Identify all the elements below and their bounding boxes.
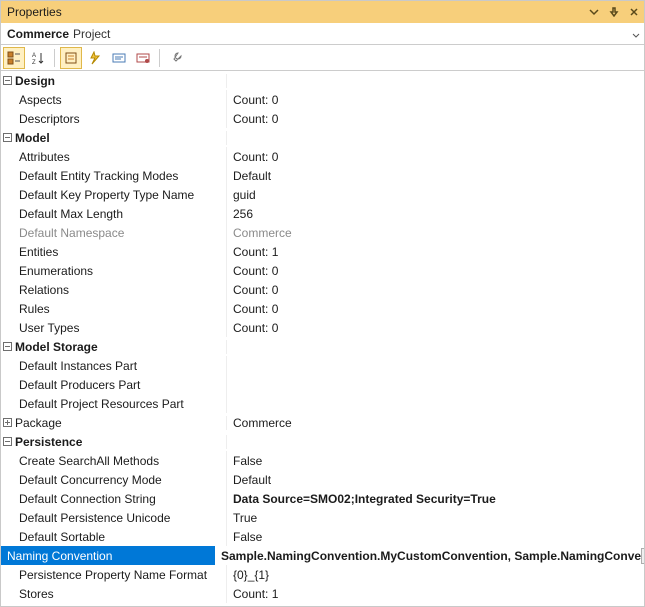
prop-aspects[interactable]: AspectsCount: 0	[1, 90, 644, 109]
overrides-button[interactable]	[132, 47, 154, 69]
wrench-button[interactable]	[165, 47, 187, 69]
category-package[interactable]: Package Commerce	[1, 413, 644, 432]
collapse-icon[interactable]	[3, 342, 12, 351]
prop-default-concurrency-mode[interactable]: Default Concurrency ModeDefault	[1, 470, 644, 489]
chevron-down-icon	[632, 29, 640, 43]
properties-tab-button[interactable]	[60, 47, 82, 69]
categorized-button[interactable]	[3, 47, 25, 69]
prop-persistence-property-name-format[interactable]: Persistence Property Name Format{0}_{1}	[1, 565, 644, 584]
collapse-icon[interactable]	[3, 437, 12, 446]
dropdown-button[interactable]	[641, 548, 644, 564]
alphabetical-button[interactable]: AZ	[27, 47, 49, 69]
selected-object-name: Commerce	[7, 27, 69, 41]
prop-naming-convention[interactable]: Naming Convention Sample.NamingConventio…	[1, 546, 644, 565]
prop-default-namespace: Default NamespaceCommerce	[1, 223, 644, 242]
messages-button[interactable]	[108, 47, 130, 69]
prop-entities[interactable]: EntitiesCount: 1	[1, 242, 644, 261]
object-selector[interactable]: Commerce Project	[1, 23, 644, 45]
properties-panel: Properties Commerce Project AZ	[0, 0, 645, 607]
prop-default-sortable[interactable]: Default SortableFalse	[1, 527, 644, 546]
window-options-button[interactable]	[584, 2, 604, 22]
collapse-icon[interactable]	[3, 133, 12, 142]
pin-button[interactable]	[604, 2, 624, 22]
prop-rules[interactable]: RulesCount: 0	[1, 299, 644, 318]
prop-default-project-resources-part[interactable]: Default Project Resources Part	[1, 394, 644, 413]
category-persistence[interactable]: Persistence	[1, 432, 644, 451]
prop-relations[interactable]: RelationsCount: 0	[1, 280, 644, 299]
category-design[interactable]: Design	[1, 71, 644, 90]
prop-default-persistence-unicode[interactable]: Default Persistence UnicodeTrue	[1, 508, 644, 527]
prop-user-types[interactable]: User TypesCount: 0	[1, 318, 644, 337]
property-grid[interactable]: Design AspectsCount: 0 DescriptorsCount:…	[1, 71, 644, 606]
prop-default-connection-string[interactable]: Default Connection StringData Source=SMO…	[1, 489, 644, 508]
prop-descriptors[interactable]: DescriptorsCount: 0	[1, 109, 644, 128]
close-button[interactable]	[624, 2, 644, 22]
svg-text:Z: Z	[32, 60, 36, 65]
prop-create-searchall-methods[interactable]: Create SearchAll MethodsFalse	[1, 451, 644, 470]
toolbar-separator	[159, 49, 160, 67]
events-tab-button[interactable]	[84, 47, 106, 69]
naming-convention-value: Sample.NamingConvention.MyCustomConventi…	[221, 549, 641, 563]
panel-title: Properties	[7, 5, 62, 19]
expand-icon[interactable]	[3, 418, 12, 427]
prop-attributes[interactable]: AttributesCount: 0	[1, 147, 644, 166]
prop-default-max-length[interactable]: Default Max Length256	[1, 204, 644, 223]
prop-default-instances-part[interactable]: Default Instances Part	[1, 356, 644, 375]
panel-titlebar: Properties	[1, 1, 644, 23]
properties-toolbar: AZ	[1, 45, 644, 71]
collapse-icon[interactable]	[3, 76, 12, 85]
prop-enumerations[interactable]: EnumerationsCount: 0	[1, 261, 644, 280]
prop-default-producers-part[interactable]: Default Producers Part	[1, 375, 644, 394]
prop-default-entity-tracking-modes[interactable]: Default Entity Tracking ModesDefault	[1, 166, 644, 185]
category-model[interactable]: Model	[1, 128, 644, 147]
selected-object-type: Project	[73, 27, 110, 41]
category-model-storage[interactable]: Model Storage	[1, 337, 644, 356]
prop-default-key-property-type-name[interactable]: Default Key Property Type Nameguid	[1, 185, 644, 204]
toolbar-separator	[54, 49, 55, 67]
prop-stores[interactable]: StoresCount: 1	[1, 584, 644, 603]
svg-text:A: A	[32, 53, 36, 59]
